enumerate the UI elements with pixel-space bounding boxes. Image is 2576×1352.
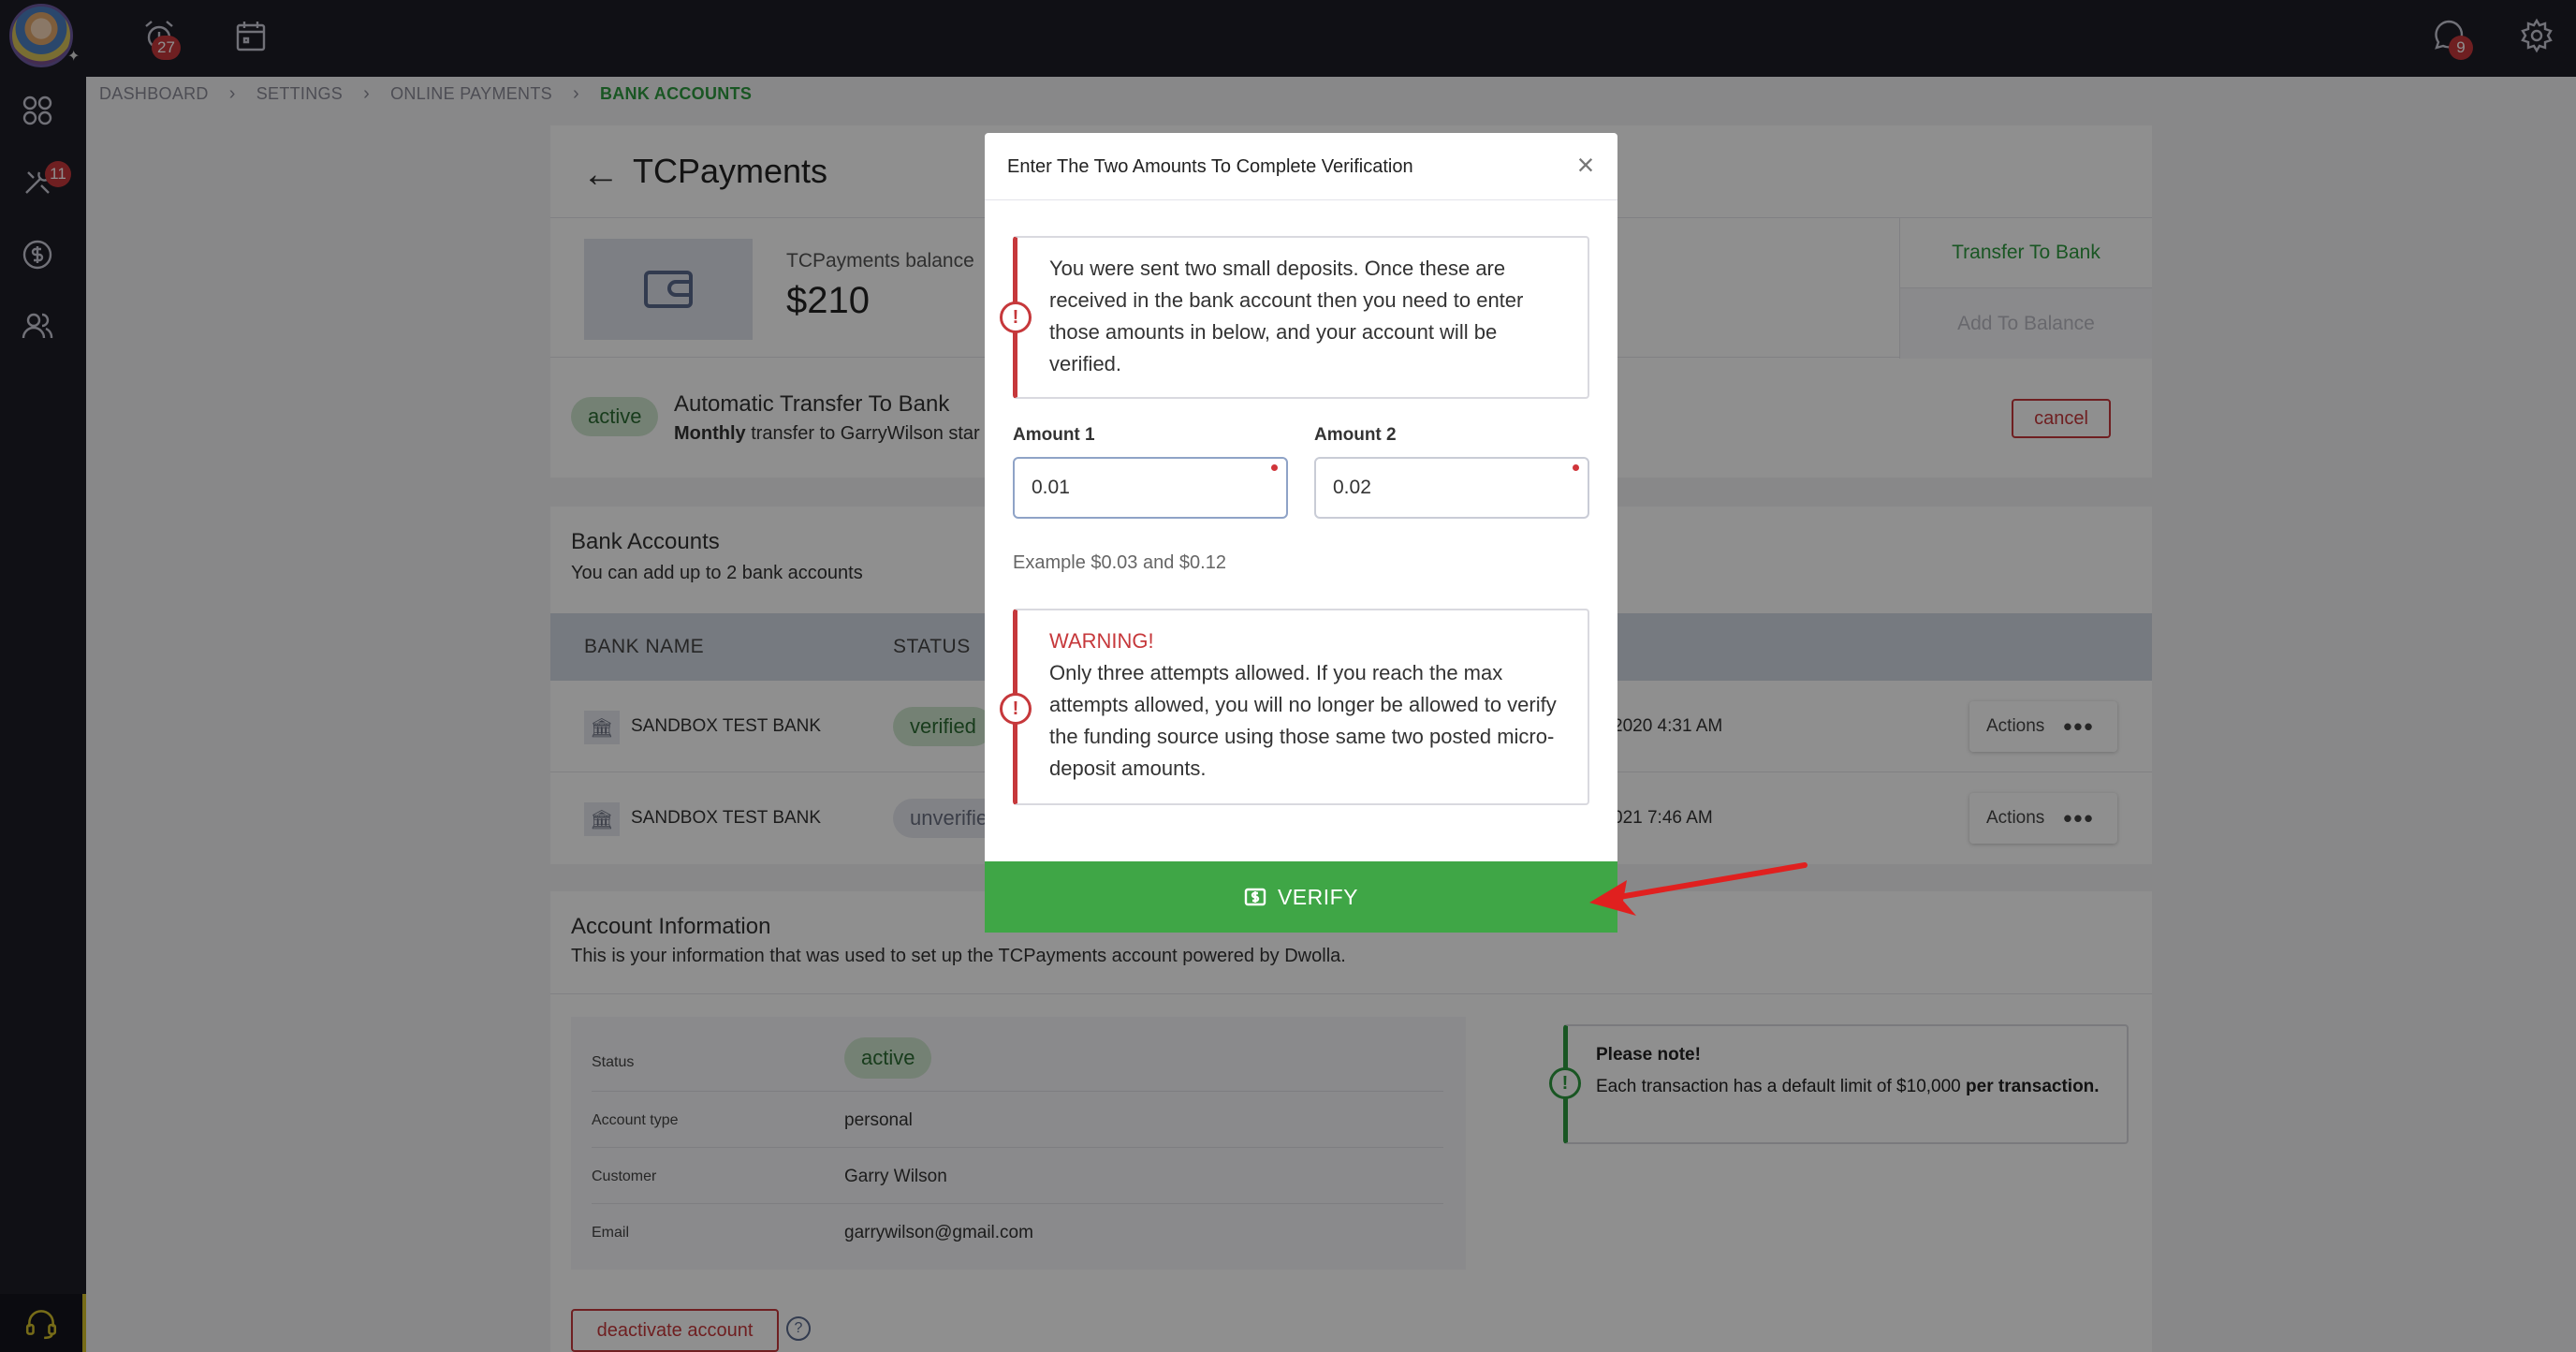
exclamation-icon: ! xyxy=(1000,693,1032,725)
amount1-label: Amount 1 xyxy=(1013,425,1095,445)
modal-header: Enter The Two Amounts To Complete Verifi… xyxy=(985,133,1617,200)
close-icon[interactable]: × xyxy=(1567,146,1604,184)
warning-text: Only three attempts allowed. If you reac… xyxy=(1049,661,1557,780)
verify-label: VERIFY xyxy=(1277,884,1359,909)
annotation-arrow xyxy=(1589,862,1808,916)
modal-title: Enter The Two Amounts To Complete Verifi… xyxy=(1007,156,1413,177)
deposit-info-text: You were sent two small deposits. Once t… xyxy=(1049,257,1524,375)
required-indicator xyxy=(1573,464,1579,471)
amount2-label: Amount 2 xyxy=(1314,425,1397,445)
verify-button[interactable]: VERIFY xyxy=(985,861,1617,933)
required-indicator xyxy=(1271,464,1278,471)
dollar-bill-icon xyxy=(1244,888,1266,906)
example-hint: Example $0.03 and $0.12 xyxy=(1013,552,1226,573)
deposit-info-alert: ! You were sent two small deposits. Once… xyxy=(1000,236,1589,399)
amount1-input[interactable]: 0.01 xyxy=(1013,457,1288,519)
amount2-input[interactable]: 0.02 xyxy=(1314,457,1589,519)
warning-title: WARNING! xyxy=(1049,629,1154,653)
verify-amounts-modal: Enter The Two Amounts To Complete Verifi… xyxy=(985,133,1617,933)
attempts-warning-alert: ! WARNING! Only three attempts allowed. … xyxy=(1000,609,1589,805)
exclamation-icon: ! xyxy=(1000,301,1032,333)
